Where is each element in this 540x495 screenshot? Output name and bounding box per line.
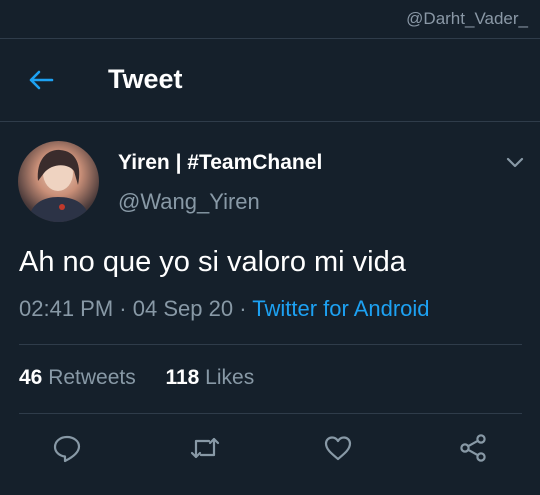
divider xyxy=(19,413,522,414)
header-bar: Tweet xyxy=(0,39,540,122)
chevron-down-icon xyxy=(506,157,524,168)
page-title: Tweet xyxy=(108,64,183,94)
likes-label: Likes xyxy=(205,366,255,389)
arrow-left-icon xyxy=(29,70,54,90)
meta-separator: · xyxy=(239,296,253,321)
back-button[interactable] xyxy=(24,63,58,97)
reply-button[interactable] xyxy=(50,431,84,465)
avatar-image xyxy=(28,149,90,222)
like-icon xyxy=(324,436,352,461)
display-name[interactable]: Yiren | #TeamChanel xyxy=(118,151,322,175)
retweets-stat[interactable]: 46 Retweets xyxy=(19,366,142,389)
share-icon xyxy=(460,434,486,462)
retweet-button[interactable] xyxy=(188,431,222,465)
watermark-bar: @Darht_Vader_ xyxy=(0,0,540,39)
tweet-time: 02:41 PM xyxy=(19,296,114,321)
like-button[interactable] xyxy=(321,431,355,465)
retweets-count: 46 xyxy=(19,366,43,389)
divider xyxy=(19,344,522,345)
tweet-source-link[interactable]: Twitter for Android xyxy=(252,296,429,321)
tweet-stats: 46 Retweets 118 Likes xyxy=(19,366,254,390)
meta-separator: · xyxy=(119,296,133,321)
user-handle[interactable]: @Wang_Yiren xyxy=(118,189,260,215)
reply-icon xyxy=(53,435,81,463)
tweet-meta: 02:41 PM · 04 Sep 20 · Twitter for Andro… xyxy=(19,296,430,322)
likes-count: 118 xyxy=(165,366,200,389)
watermark-text: @Darht_Vader_ xyxy=(406,9,528,28)
retweets-label: Retweets xyxy=(48,366,136,389)
tweet-text: Ah no que yo si valoro mi vida xyxy=(19,246,406,278)
likes-stat[interactable]: 118 Likes xyxy=(165,366,254,389)
more-options-button[interactable] xyxy=(503,150,527,174)
tweet-date: 04 Sep 20 xyxy=(132,296,234,321)
avatar[interactable] xyxy=(18,141,99,222)
retweet-icon xyxy=(190,437,220,459)
share-button[interactable] xyxy=(456,431,490,465)
